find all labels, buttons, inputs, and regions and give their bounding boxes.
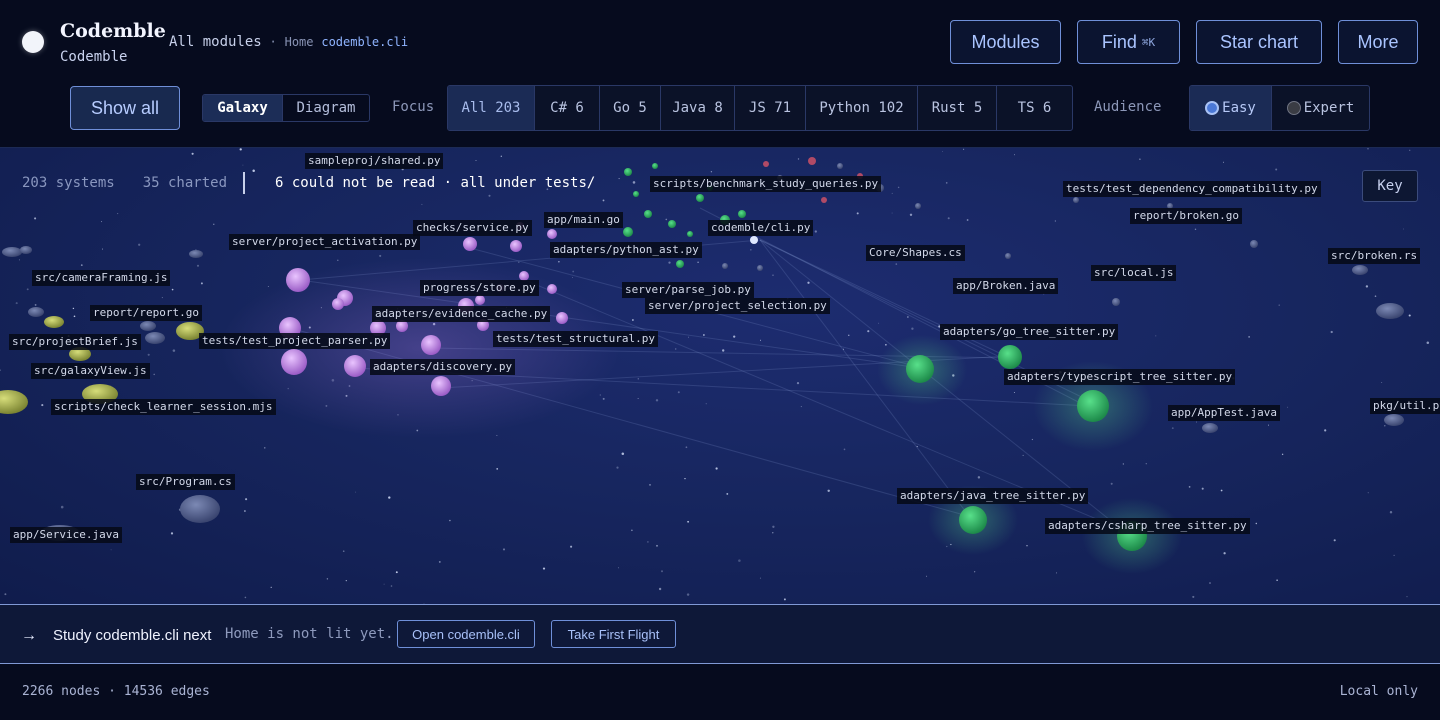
node-label[interactable]: report/broken.go [1130,208,1242,224]
node-label[interactable]: adapters/typescript_tree_sitter.py [1004,369,1236,385]
focus-java[interactable]: Java 8 [661,86,735,130]
node-label[interactable]: tests/test_structural.py [493,331,658,347]
modules-button-label: Modules [971,31,1040,52]
status-footer: 2266 nodes · 14536 edges Local only [0,665,1440,720]
node-label[interactable]: scripts/benchmark_study_queries.py [650,176,882,192]
node-label[interactable]: app/main.go [544,212,623,228]
node-label[interactable]: tests/test_dependency_compatibility.py [1063,181,1321,197]
node-label[interactable]: src/local.js [1091,265,1177,281]
node-label[interactable]: sampleproj/shared.py [305,153,444,169]
node-label[interactable]: src/galaxyView.js [31,363,150,379]
logo-icon [22,31,44,53]
node-label[interactable]: pkg/util.py [1370,398,1440,414]
systems-count: 203 systems [22,175,115,191]
focus-python[interactable]: Python 102 [806,86,918,130]
breadcrumb-separator: · [269,35,277,49]
galaxy-stats: 203 systems 35 charted 6 could not be re… [22,172,595,194]
more-button[interactable]: More [1338,20,1418,64]
focus-js[interactable]: JS 71 [735,86,806,130]
first-flight-button[interactable]: Take First Flight [551,620,676,648]
audience-label: Audience [1094,99,1162,115]
focus-label: Focus [392,99,435,115]
view-mode-galaxy[interactable]: Galaxy [203,95,283,121]
view-mode-toggle: Galaxy Diagram [202,94,370,122]
node-label[interactable]: server/project_activation.py [229,234,421,250]
node-label[interactable]: src/broken.rs [1328,248,1421,264]
find-shortcut: ⌘K [1141,35,1156,49]
node-label[interactable]: app/Broken.java [953,278,1059,294]
node-label[interactable]: adapters/csharp_tree_sitter.py [1045,518,1250,534]
focus-rust[interactable]: Rust 5 [918,86,997,130]
node-label[interactable]: app/AppTest.java [1168,405,1280,421]
focus-all[interactable]: All 203 [448,86,535,130]
star-chart-button[interactable]: Star chart [1196,20,1322,64]
more-button-label: More [1357,31,1399,52]
current-node-marker[interactable] [750,236,758,244]
node-label[interactable]: codemble/cli.py [708,220,814,236]
focus-csharp[interactable]: C# 6 [535,86,600,130]
read-warning: 6 could not be read · all under tests/ [275,175,596,191]
node-label[interactable]: adapters/go_tree_sitter.py [940,324,1119,340]
node-label[interactable]: adapters/java_tree_sitter.py [897,488,1089,504]
node-label[interactable]: server/parse_job.py [622,282,754,298]
radio-off-icon [1286,101,1301,115]
app-title: Codemble [60,20,166,42]
stats-divider [243,172,246,194]
mode-indicator: Local only [1339,684,1418,699]
audience-easy[interactable]: Easy [1190,86,1272,130]
node-label[interactable]: app/Service.java [10,527,122,543]
find-button[interactable]: Find ⌘K [1077,20,1180,64]
view-mode-diagram[interactable]: Diagram [283,95,369,121]
key-button[interactable]: Key [1362,170,1418,202]
audience-expert-label: Expert [1303,100,1355,116]
show-all-label: Show all [90,97,160,118]
next-step-title: Study codemble.cli next [53,627,212,644]
next-step-note: Home is not lit yet. [225,626,394,642]
node-label[interactable]: report/report.go [90,305,202,321]
breadcrumb-scope[interactable]: All modules [169,34,262,50]
node-label[interactable]: scripts/check_learner_session.mjs [51,399,276,415]
breadcrumb-current[interactable]: codemble.cli [321,35,408,49]
node-label[interactable]: src/Program.cs [136,474,235,490]
open-module-button[interactable]: Open codemble.cli [397,620,535,648]
audience-expert[interactable]: Expert [1272,86,1369,130]
node-label[interactable]: checks/service.py [413,220,532,236]
radio-on-icon [1205,101,1220,115]
galaxy-canvas[interactable]: 203 systems 35 charted 6 could not be re… [0,148,1440,604]
node-label[interactable]: Core/Shapes.cs [866,245,965,261]
focus-go[interactable]: Go 5 [600,86,661,130]
breadcrumb: All modules · Home codemble.cli [169,34,408,50]
graph-stats: 2266 nodes · 14536 edges [22,684,210,699]
breadcrumb-home[interactable]: Home [285,35,314,49]
focus-filter: All 203 C# 6 Go 5 Java 8 JS 71 Python 10… [447,85,1073,131]
audience-easy-label: Easy [1222,100,1256,116]
node-label[interactable]: src/cameraFraming.js [32,270,171,286]
node-label[interactable]: server/project_selection.py [645,298,830,314]
charted-count: 35 charted [142,175,228,191]
node-label[interactable]: progress/store.py [420,280,539,296]
star-chart-button-label: Star chart [1219,31,1299,52]
app-subtitle: Codemble [60,49,128,65]
node-label[interactable]: tests/test_project_parser.py [199,333,391,349]
app-header: Codemble Codemble All modules · Home cod… [0,0,1440,148]
modules-button[interactable]: Modules [950,20,1061,64]
show-all-button[interactable]: Show all [70,86,180,130]
next-step-bar: → Study codemble.cli next Home is not li… [0,604,1440,664]
node-label[interactable]: adapters/discovery.py [370,359,516,375]
node-label[interactable]: src/projectBrief.js [9,334,141,350]
node-label[interactable]: adapters/python_ast.py [550,242,702,258]
find-button-label: Find [1101,31,1137,52]
node-label[interactable]: adapters/evidence_cache.py [372,306,551,322]
focus-ts[interactable]: TS 6 [997,86,1072,130]
audience-toggle: Easy Expert [1189,85,1370,131]
arrow-right-icon: → [21,627,37,644]
